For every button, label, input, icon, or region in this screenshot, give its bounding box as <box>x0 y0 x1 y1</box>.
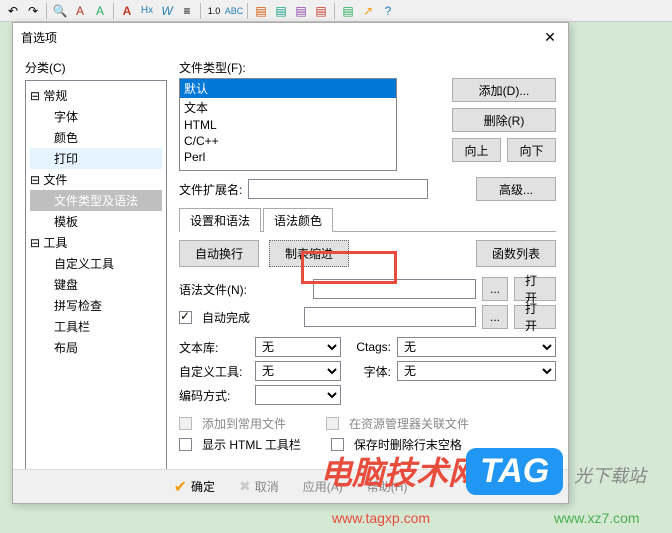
font-icon[interactable]: A <box>118 2 136 20</box>
customtool-select[interactable]: 无 <box>255 361 341 381</box>
syntax-file-input[interactable] <box>313 279 476 299</box>
category-label: 分类(C) <box>25 59 167 76</box>
doc5-icon[interactable]: ▤ <box>339 2 357 20</box>
check-icon: ✔ <box>174 477 187 497</box>
textlib-select[interactable]: 无 <box>255 337 341 357</box>
tree-item-toolbar[interactable]: 工具栏 <box>30 316 162 337</box>
encoding-label: 编码方式: <box>179 387 249 404</box>
filetype-listbox[interactable]: 默认 文本 HTML C/C++ Perl <box>179 78 397 171</box>
list-item[interactable]: HTML <box>180 117 396 133</box>
filetype-label: 文件类型(F): <box>179 59 556 76</box>
separator <box>113 3 114 19</box>
syntax-open-button[interactable]: 打开 <box>514 277 556 301</box>
tree-item-font[interactable]: 字体 <box>30 106 162 127</box>
list-item[interactable]: 文本 <box>180 98 396 117</box>
watermark-text: 电脑技术网 <box>320 448 480 494</box>
textlib-label: 文本库: <box>179 339 249 356</box>
funclist-button[interactable]: 函数列表 <box>476 240 556 267</box>
advanced-button[interactable]: 高级... <box>476 177 556 201</box>
cb-add-common-label: 添加到常用文件 <box>202 415 286 432</box>
tree-item-custom-tools[interactable]: 自定义工具 <box>30 253 162 274</box>
tree-group-tools[interactable]: ⊟ 工具 <box>30 232 162 253</box>
tree-item-keyboard[interactable]: 键盘 <box>30 274 162 295</box>
cb-associate-label: 在资源管理器关联文件 <box>349 415 469 432</box>
remove-button[interactable]: 删除(R) <box>452 108 556 132</box>
tree-item-print[interactable]: 打印 <box>30 148 162 169</box>
site-url-1: www.tagxp.com <box>332 510 430 526</box>
help-icon[interactable]: ? <box>379 2 397 20</box>
close-button[interactable]: ✕ <box>540 27 560 47</box>
customtool-label: 自定义工具: <box>179 363 249 380</box>
add-button[interactable]: 添加(D)... <box>452 78 556 102</box>
tab-settings-syntax[interactable]: 设置和语法 <box>179 208 261 232</box>
syntax-file-label: 语法文件(N): <box>179 281 259 298</box>
autocomplete-checkbox[interactable] <box>179 311 192 324</box>
tree-item-template[interactable]: 模板 <box>30 211 162 232</box>
cb-associate <box>326 417 339 430</box>
ctags-select[interactable]: 无 <box>397 337 556 357</box>
separator <box>334 3 335 19</box>
separator <box>46 3 47 19</box>
font2-label: 字体: <box>347 363 391 380</box>
redo-icon[interactable]: ↷ <box>24 2 42 20</box>
separator <box>247 3 248 19</box>
hash-icon[interactable]: ABC <box>225 2 243 20</box>
edit-icon[interactable]: ▤ <box>292 2 310 20</box>
dialog-title: 首选项 <box>21 29 57 46</box>
autocomplete-browse-button[interactable]: ... <box>482 305 508 329</box>
tree-group-file[interactable]: ⊟ 文件 <box>30 169 162 190</box>
down-button[interactable]: 向下 <box>507 138 556 162</box>
cb-html-toolbar-label: 显示 HTML 工具栏 <box>202 436 301 453</box>
doc4-icon[interactable]: ▤ <box>312 2 330 20</box>
list-icon[interactable]: ≡ <box>178 2 196 20</box>
num-icon[interactable]: 1.0 <box>205 2 223 20</box>
tree-item-spellcheck[interactable]: 拼写检查 <box>30 295 162 316</box>
tree-item-layout[interactable]: 布局 <box>30 337 162 358</box>
encoding-select[interactable] <box>255 385 341 405</box>
cb-html-toolbar[interactable] <box>179 438 192 451</box>
separator <box>200 3 201 19</box>
main-toolbar: ↶ ↷ 🔍 A A A Hx W ≡ 1.0 ABC ▤ ▤ ▤ ▤ ▤ ↗ ? <box>0 0 672 22</box>
list-item[interactable]: 默认 <box>180 79 396 98</box>
tree-group-general[interactable]: ⊟ 常规 <box>30 85 162 106</box>
x-icon: ✖ <box>239 478 251 495</box>
list-item[interactable]: Perl <box>180 149 396 165</box>
site-url-2: www.xz7.com <box>554 510 640 526</box>
hex-icon[interactable]: Hx <box>138 2 156 20</box>
list-item[interactable]: C/C++ <box>180 133 396 149</box>
ctags-label: Ctags: <box>347 340 391 354</box>
arrow-icon[interactable]: ↗ <box>359 2 377 20</box>
tree-item-filetype-syntax[interactable]: 文件类型及语法 <box>30 190 162 211</box>
ext-label: 文件扩展名: <box>179 181 242 198</box>
extra-text: 光下载站 <box>574 462 646 488</box>
w-icon[interactable]: W <box>158 2 176 20</box>
ext-input[interactable] <box>248 179 428 199</box>
undo-icon[interactable]: ↶ <box>4 2 22 20</box>
category-tree[interactable]: ⊟ 常规 字体 颜色 打印 ⊟ 文件 文件类型及语法 模板 ⊟ 工具 自定义工具… <box>25 80 167 472</box>
search-icon[interactable]: 🔍 <box>51 2 69 20</box>
autocomplete-open-button[interactable]: 打开 <box>514 305 556 329</box>
up-button[interactable]: 向上 <box>452 138 501 162</box>
titlebar: 首选项 ✕ <box>13 23 568 51</box>
syntax-browse-button[interactable]: ... <box>482 277 508 301</box>
autowrap-button[interactable]: 自动换行 <box>179 240 259 267</box>
font2-select[interactable]: 无 <box>397 361 556 381</box>
tree-item-color[interactable]: 颜色 <box>30 127 162 148</box>
doc2-icon[interactable]: ▤ <box>272 2 290 20</box>
cb-add-common <box>179 417 192 430</box>
autocomplete-input[interactable] <box>304 307 476 327</box>
doc1-icon[interactable]: ▤ <box>252 2 270 20</box>
ok-button[interactable]: ✔确定 <box>174 477 215 497</box>
find-icon[interactable]: A <box>71 2 89 20</box>
preferences-dialog: 首选项 ✕ 分类(C) ⊟ 常规 字体 颜色 打印 ⊟ 文件 文件类型及语法 模… <box>12 22 569 504</box>
tab-syntax-color[interactable]: 语法颜色 <box>263 208 333 232</box>
cancel-button[interactable]: ✖取消 <box>239 478 279 495</box>
tag-logo: TAG <box>466 448 563 495</box>
replace-icon[interactable]: A <box>91 2 109 20</box>
autocomplete-label: 自动完成 <box>202 309 250 326</box>
tabindent-button[interactable]: 制表缩进 <box>269 240 349 267</box>
